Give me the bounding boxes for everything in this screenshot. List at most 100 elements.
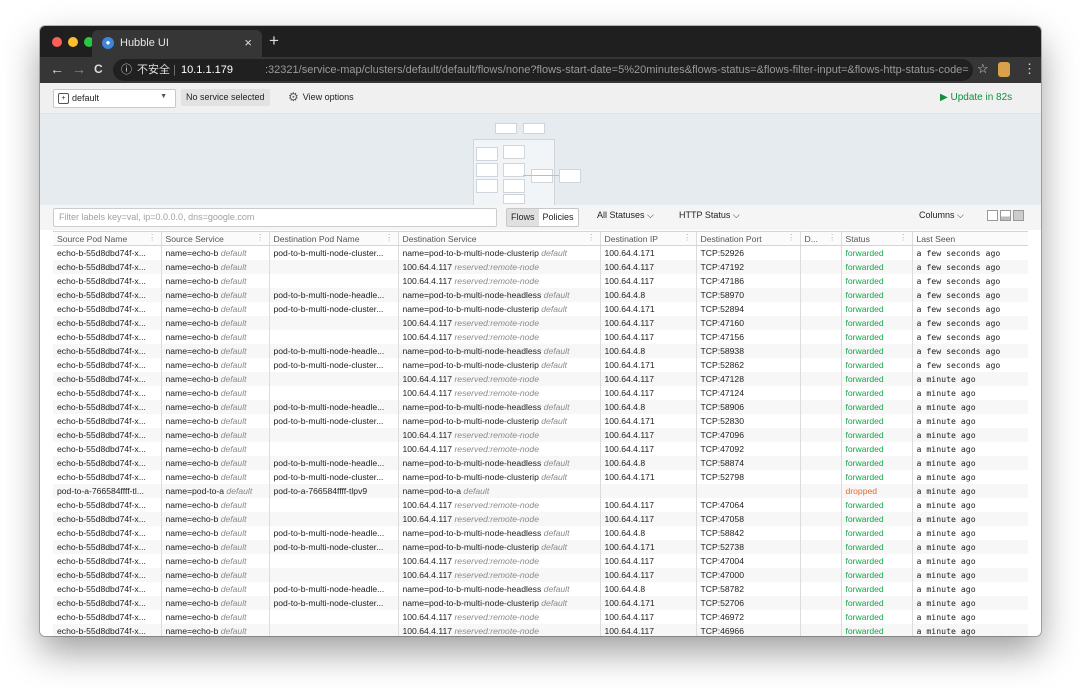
- map-node[interactable]: [503, 163, 525, 177]
- http-status-dropdown[interactable]: HTTP Status ⌵: [679, 210, 740, 221]
- table-row[interactable]: echo-b-55d8dbd74f-x... name=echo-b defaul…: [53, 470, 1028, 484]
- layout-full-icon[interactable]: [1013, 210, 1024, 221]
- column-header[interactable]: Destination Pod Name ⋮: [269, 231, 399, 246]
- destination-port-cell: TCP:52738: [696, 540, 801, 554]
- destination-service-cell: name=pod-to-b-multi-node-headless defaul…: [398, 344, 601, 358]
- source-pod-cell: echo-b-55d8dbd74f-x...: [53, 428, 162, 442]
- back-button[interactable]: ←: [50, 61, 64, 77]
- source-service-cell: name=echo-b default: [161, 456, 270, 470]
- status-filter-dropdown[interactable]: All Statuses ⌵: [597, 210, 654, 221]
- table-row[interactable]: echo-b-55d8dbd74f-x... name=echo-b defaul…: [53, 540, 1028, 554]
- table-row[interactable]: echo-b-55d8dbd74f-x... name=echo-b defaul…: [53, 624, 1028, 636]
- new-tab-button[interactable]: +: [269, 31, 279, 51]
- status-cell: forwarded: [841, 260, 913, 274]
- service-map[interactable]: [40, 114, 1041, 206]
- status-cell: forwarded: [841, 526, 913, 540]
- column-header[interactable]: Destination Port ⋮: [696, 231, 801, 246]
- table-row[interactable]: echo-b-55d8dbd74f-x... name=echo-b defaul…: [53, 596, 1028, 610]
- close-window-button[interactable]: [52, 37, 62, 47]
- table-row[interactable]: echo-b-55d8dbd74f-x... name=echo-b defaul…: [53, 414, 1028, 428]
- browser-menu-icon[interactable]: ⋮: [1023, 61, 1036, 77]
- column-header[interactable]: D... ⋮: [800, 231, 842, 246]
- table-row[interactable]: echo-b-55d8dbd74f-x... name=echo-b defaul…: [53, 582, 1028, 596]
- direction-cell: [800, 596, 842, 610]
- table-row[interactable]: echo-b-55d8dbd74f-x... name=echo-b defaul…: [53, 526, 1028, 540]
- view-options-button[interactable]: ⚙ View options: [288, 89, 354, 106]
- column-header[interactable]: Source Pod Name ⋮: [53, 231, 162, 246]
- map-node[interactable]: [476, 147, 498, 161]
- column-header[interactable]: Destination IP ⋮: [600, 231, 697, 246]
- minimize-window-button[interactable]: [68, 37, 78, 47]
- table-row[interactable]: echo-b-55d8dbd74f-x... name=echo-b defaul…: [53, 372, 1028, 386]
- table-row[interactable]: echo-b-55d8dbd74f-x... name=echo-b defaul…: [53, 260, 1028, 274]
- layout-split-icon[interactable]: [987, 210, 998, 221]
- last-seen-cell: a minute ago: [912, 414, 1028, 428]
- policies-tab[interactable]: Policies: [539, 209, 578, 226]
- destination-ip-cell: 100.64.4.171: [600, 358, 697, 372]
- filter-input[interactable]: Filter labels key=val, ip=0.0.0.0, dns=g…: [53, 208, 497, 227]
- table-row[interactable]: echo-b-55d8dbd74f-x... name=echo-b defaul…: [53, 288, 1028, 302]
- table-row[interactable]: echo-b-55d8dbd74f-x... name=echo-b defaul…: [53, 274, 1028, 288]
- table-row[interactable]: echo-b-55d8dbd74f-x... name=echo-b defaul…: [53, 442, 1028, 456]
- reload-button[interactable]: C: [94, 62, 103, 76]
- namespace-select[interactable]: + default ▼: [53, 89, 176, 108]
- table-row[interactable]: echo-b-55d8dbd74f-x... name=echo-b defaul…: [53, 456, 1028, 470]
- columns-dropdown[interactable]: Columns ⌵: [919, 210, 964, 221]
- destination-port-cell: TCP:52926: [696, 245, 801, 260]
- flows-tab[interactable]: Flows: [507, 209, 539, 226]
- map-node[interactable]: [503, 179, 525, 193]
- table-row[interactable]: echo-b-55d8dbd74f-x... name=echo-b defaul…: [53, 400, 1028, 414]
- destination-ip-cell: 100.64.4.117: [600, 260, 697, 274]
- table-row[interactable]: echo-b-55d8dbd74f-x... name=echo-b defaul…: [53, 302, 1028, 316]
- table-row[interactable]: echo-b-55d8dbd74f-x... name=echo-b defaul…: [53, 245, 1028, 260]
- browser-tab[interactable]: ● Hubble UI ×: [92, 30, 262, 57]
- map-node[interactable]: [559, 169, 581, 183]
- forward-button[interactable]: →: [72, 61, 86, 77]
- url-separator: |: [173, 64, 176, 76]
- column-header[interactable]: Source Service ⋮: [161, 231, 270, 246]
- update-button[interactable]: ▶ Update in 82s: [940, 89, 1012, 106]
- map-node[interactable]: [503, 194, 525, 204]
- destination-pod-cell: pod-to-a-766584ffff-tlpv9: [269, 484, 399, 498]
- layout-bottom-icon[interactable]: [1000, 210, 1011, 221]
- table-row[interactable]: echo-b-55d8dbd74f-x... name=echo-b defaul…: [53, 610, 1028, 624]
- map-node[interactable]: [523, 123, 545, 134]
- table-row[interactable]: echo-b-55d8dbd74f-x... name=echo-b defaul…: [53, 568, 1028, 582]
- map-node[interactable]: [476, 163, 498, 177]
- column-header[interactable]: Status ⋮: [841, 231, 913, 246]
- destination-service-cell: 100.64.4.117 reserved:remote-node: [398, 554, 601, 568]
- site-info-icon[interactable]: ⓘ: [121, 59, 132, 81]
- table-row[interactable]: pod-to-a-766584ffff-tl... name=pod-to-a d…: [53, 484, 1028, 498]
- address-bar[interactable]: ⓘ 不安全 | 10.1.1.179 :32321/service-map/cl…: [113, 59, 973, 81]
- source-pod-cell: echo-b-55d8dbd74f-x...: [53, 260, 162, 274]
- columns-label: Columns: [919, 210, 955, 220]
- map-node[interactable]: [495, 123, 517, 134]
- service-select[interactable]: No service selected: [181, 89, 270, 106]
- table-row[interactable]: echo-b-55d8dbd74f-x... name=echo-b defaul…: [53, 498, 1028, 512]
- destination-ip-cell: 100.64.4.117: [600, 554, 697, 568]
- bookmark-star-icon[interactable]: ☆: [977, 61, 989, 77]
- last-seen-cell: a few seconds ago: [912, 274, 1028, 288]
- table-row[interactable]: echo-b-55d8dbd74f-x... name=echo-b defaul…: [53, 316, 1028, 330]
- table-header-row: Source Pod Name ⋮ Source Service ⋮ Destina…: [53, 231, 1028, 246]
- table-row[interactable]: echo-b-55d8dbd74f-x... name=echo-b defaul…: [53, 344, 1028, 358]
- table-row[interactable]: echo-b-55d8dbd74f-x... name=echo-b defaul…: [53, 512, 1028, 526]
- table-row[interactable]: echo-b-55d8dbd74f-x... name=echo-b defaul…: [53, 554, 1028, 568]
- extension-icon[interactable]: [998, 62, 1010, 77]
- map-node[interactable]: [503, 145, 525, 159]
- column-header[interactable]: Last Seen: [912, 231, 1028, 246]
- table-row[interactable]: echo-b-55d8dbd74f-x... name=echo-b defaul…: [53, 358, 1028, 372]
- source-service-cell: name=echo-b default: [161, 596, 270, 610]
- table-row[interactable]: echo-b-55d8dbd74f-x... name=echo-b defaul…: [53, 330, 1028, 344]
- destination-ip-cell: 100.64.4.117: [600, 498, 697, 512]
- destination-ip-cell: 100.64.4.8: [600, 400, 697, 414]
- table-row[interactable]: echo-b-55d8dbd74f-x... name=echo-b defaul…: [53, 386, 1028, 400]
- tab-close-icon[interactable]: ×: [244, 35, 252, 50]
- map-node[interactable]: [531, 169, 553, 183]
- source-pod-cell: echo-b-55d8dbd74f-x...: [53, 442, 162, 456]
- destination-pod-cell: pod-to-b-multi-node-headle...: [269, 526, 399, 540]
- table-row[interactable]: echo-b-55d8dbd74f-x... name=echo-b defaul…: [53, 428, 1028, 442]
- destination-pod-cell: [269, 624, 399, 636]
- map-node[interactable]: [476, 179, 498, 193]
- column-header[interactable]: Destination Service ⋮: [398, 231, 601, 246]
